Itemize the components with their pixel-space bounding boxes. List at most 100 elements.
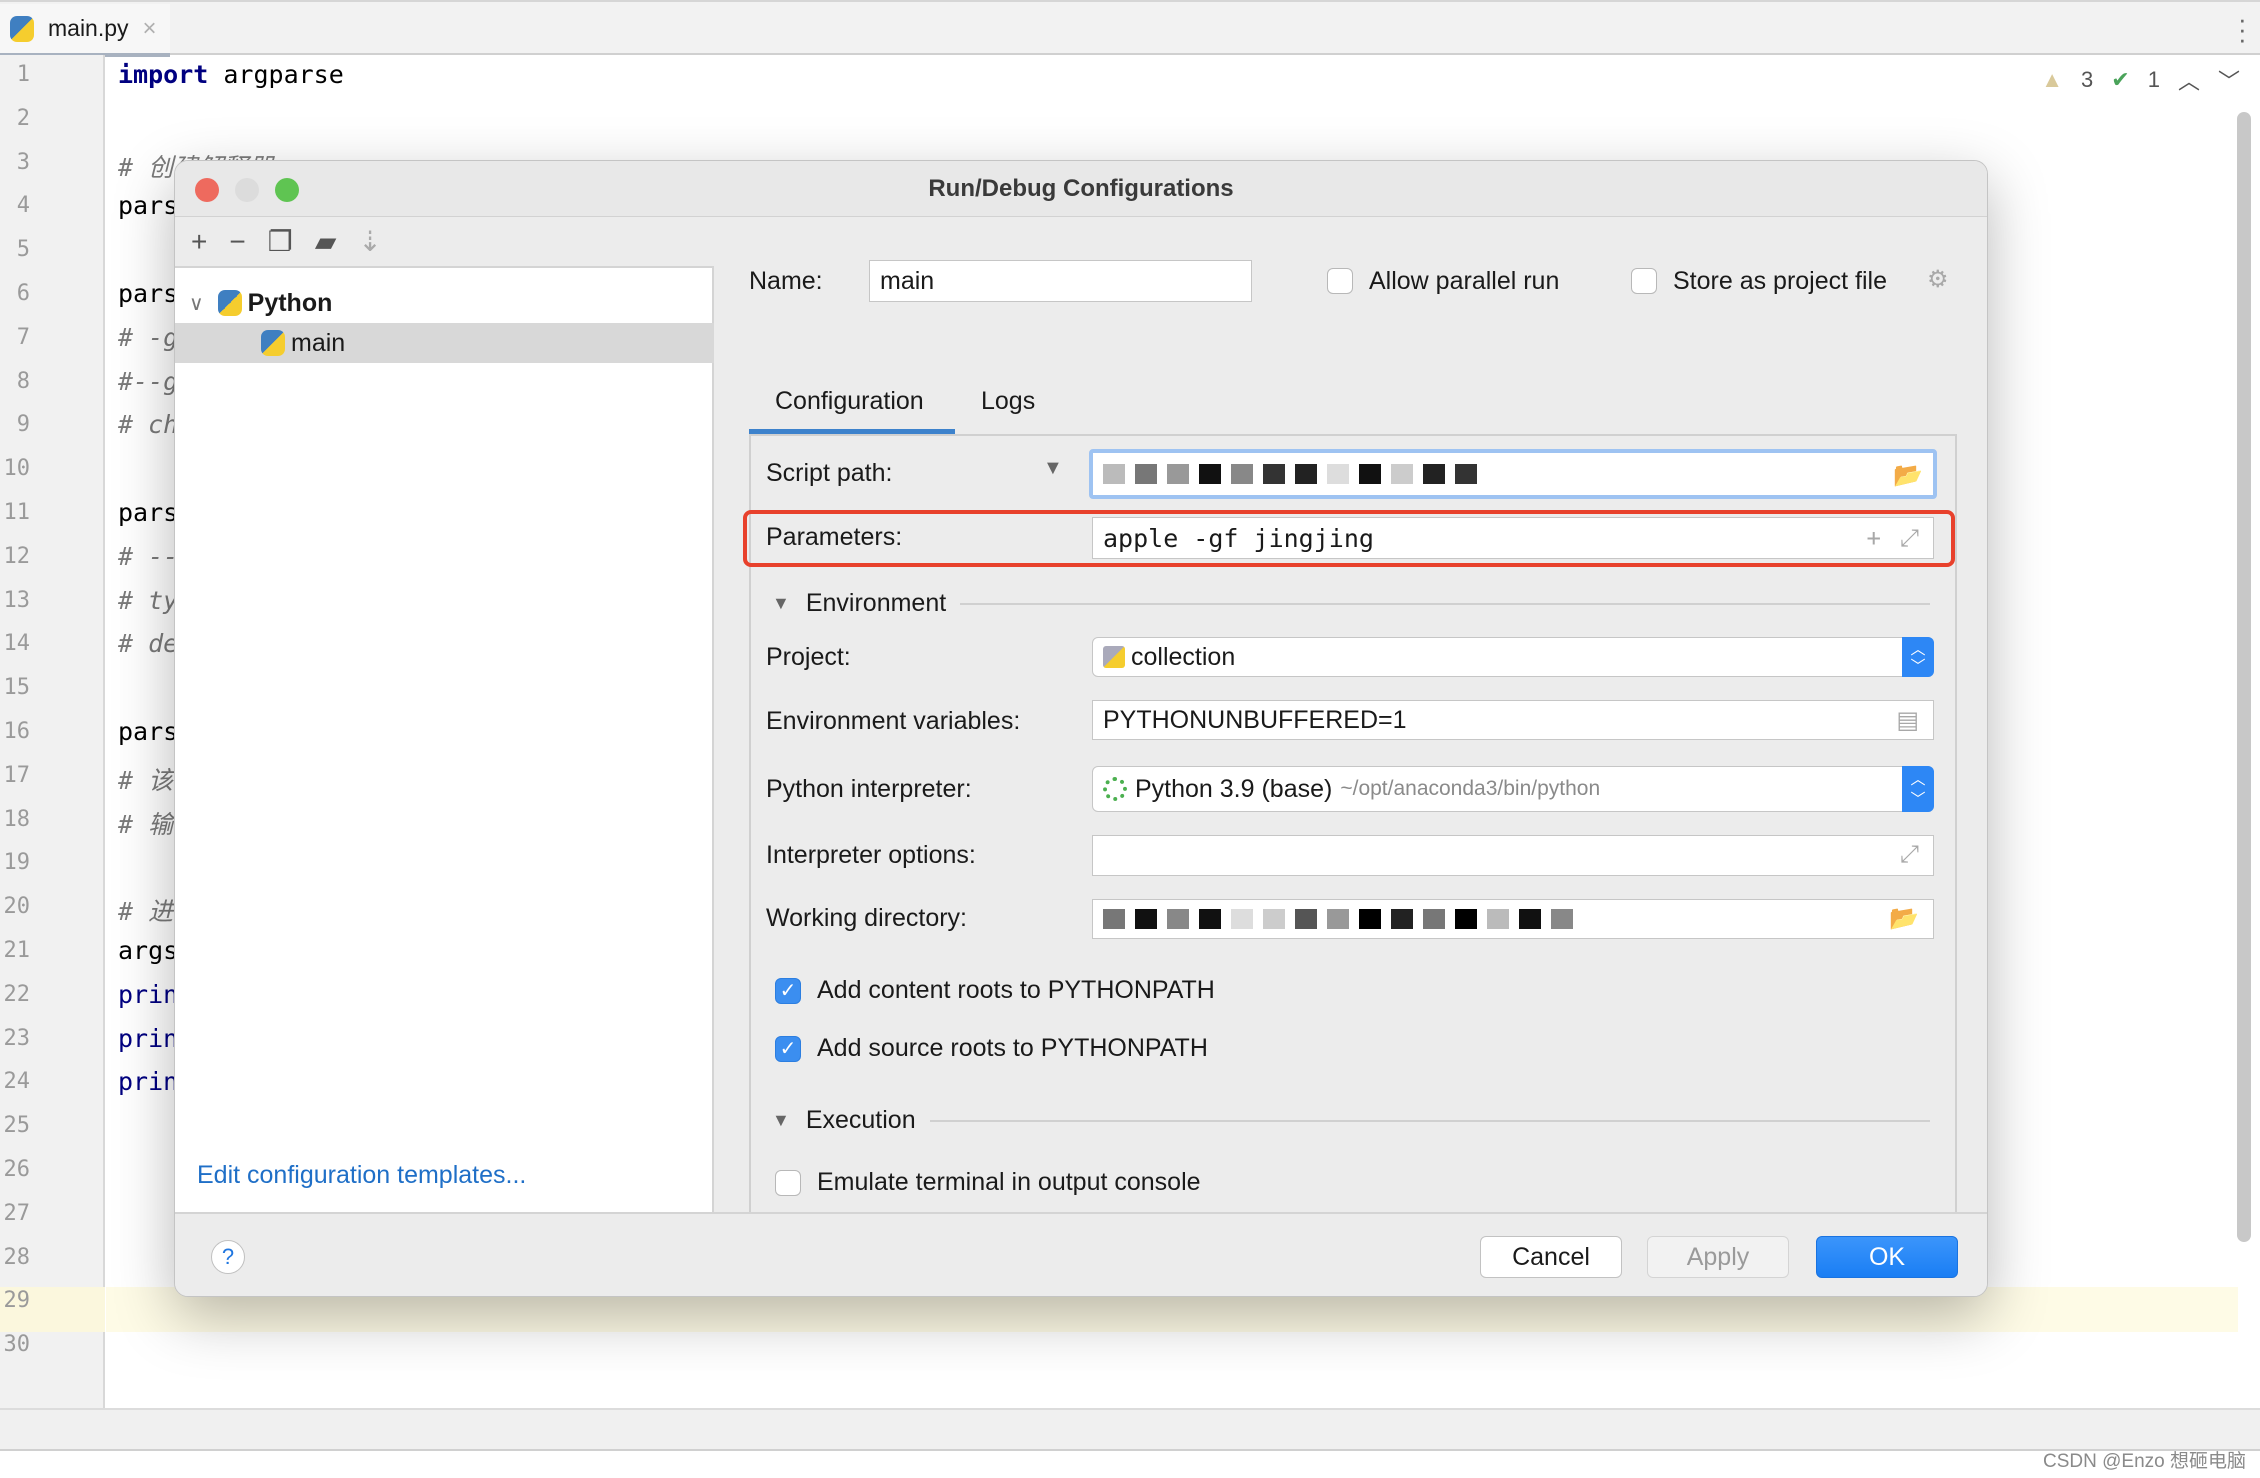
inspection-widget[interactable]: ▲ 3 ✔ 1 ︿ ﹀ — [2041, 64, 2240, 96]
help-button[interactable]: ? — [211, 1240, 245, 1274]
code-token: prin — [118, 1067, 179, 1097]
new-folder-icon[interactable]: ▰ — [315, 225, 337, 258]
code-line: args — [118, 936, 178, 965]
execution-section-label: Execution — [805, 1106, 916, 1134]
dialog-title-bar: Run/Debug Configurations — [175, 161, 1987, 217]
add-macro-icon[interactable]: + — [1867, 524, 1881, 552]
select-arrows-icon[interactable]: ︿ ﹀ — [1902, 766, 1934, 812]
configuration-tree-panel: + − ❐ ▰ ⇣ ∨ Python main Edit configurati… — [175, 217, 714, 1212]
name-label: Name: — [749, 267, 823, 295]
code-token: # ty — [118, 585, 179, 615]
folder-icon[interactable]: 📂 — [1889, 904, 1919, 933]
chevron-down-icon[interactable]: ﹀ — [2218, 64, 2240, 96]
code-line: prin — [118, 1067, 178, 1096]
python-icon — [217, 290, 242, 316]
ok-button[interactable]: OK — [1816, 1236, 1958, 1278]
working-directory-input[interactable]: 📂 — [1092, 899, 1934, 939]
interpreter-options-input[interactable]: ⤢ — [1092, 835, 1934, 876]
tree-group-label: Python — [247, 288, 333, 317]
add-icon[interactable]: + — [191, 226, 207, 258]
python-file-icon — [10, 15, 34, 42]
line-number: 6 — [16, 281, 30, 306]
add-content-roots-label: Add content roots to PYTHONPATH — [817, 976, 1215, 1004]
environment-variables-value: PYTHONUNBUFFERED=1 — [1103, 705, 1407, 734]
code-token: # 进 — [118, 897, 174, 927]
folder-icon[interactable]: 📂 — [1893, 461, 1923, 490]
add-content-roots-checkbox[interactable]: ✓ — [775, 978, 801, 1004]
code-line: # 输 — [118, 805, 173, 841]
tab-configuration[interactable]: Configuration — [775, 387, 924, 416]
code-line: # 该 — [118, 761, 173, 797]
allow-parallel-run-label: Allow parallel run — [1369, 267, 1560, 295]
chevron-down-icon[interactable]: ∨ — [189, 291, 204, 316]
select-arrows-icon[interactable]: ︿ ﹀ — [1902, 637, 1934, 677]
line-number: 3 — [16, 149, 30, 175]
collapse-triangle-icon[interactable]: ▼ — [772, 593, 790, 614]
parameters-input[interactable]: apple -gf jingjing + ⤢ — [1092, 517, 1934, 559]
close-tab-icon[interactable]: × — [143, 15, 157, 43]
code-token: # -- — [118, 541, 179, 571]
line-number: 25 — [3, 1113, 31, 1139]
code-token: #--g — [118, 366, 179, 396]
apply-button[interactable]: Apply — [1647, 1236, 1789, 1278]
expand-icon[interactable]: ⤢ — [1900, 841, 1919, 869]
conda-env-icon — [1103, 777, 1127, 801]
emulate-terminal-label: Emulate terminal in output console — [817, 1168, 1201, 1196]
line-number: 15 — [3, 675, 31, 701]
code-token: # -g — [118, 322, 179, 352]
line-number: 5 — [16, 237, 30, 263]
allow-parallel-run-checkbox[interactable] — [1327, 268, 1353, 294]
line-number: 20 — [3, 894, 31, 920]
editor-scrollbar[interactable] — [2237, 112, 2251, 1242]
collapse-triangle-icon[interactable]: ▼ — [772, 1110, 790, 1131]
sort-icon[interactable]: ⇣ — [358, 225, 381, 258]
execution-section[interactable]: ▼ Execution — [772, 1106, 1930, 1135]
code-token: args — [118, 936, 179, 965]
environment-section[interactable]: ▼ Environment — [772, 589, 1931, 618]
name-input[interactable]: main — [869, 260, 1252, 302]
project-label: Project: — [766, 643, 851, 671]
gear-icon[interactable]: ⚙ — [1927, 265, 1949, 294]
emulate-terminal-checkbox[interactable] — [775, 1170, 801, 1196]
script-type-dropdown-icon[interactable]: ▼ — [1043, 457, 1063, 480]
project-select[interactable]: collection ︿ ﹀ — [1092, 637, 1934, 677]
expand-icon[interactable]: ⤢ — [1900, 524, 1919, 552]
interpreter-value: Python 3.9 (base) — [1135, 774, 1333, 803]
line-number: 11 — [3, 500, 31, 525]
store-as-project-file-label: Store as project file — [1673, 267, 1887, 295]
code-line: pars — [118, 279, 178, 308]
code-line: prin — [118, 980, 178, 1009]
line-number: 30 — [3, 1332, 31, 1358]
more-options-icon[interactable]: · · · — [2238, 6, 2247, 52]
working-directory-label: Working directory: — [766, 904, 967, 932]
copy-icon[interactable]: ❐ — [268, 225, 293, 258]
add-source-roots-checkbox[interactable]: ✓ — [775, 1036, 801, 1062]
edit-list-icon[interactable]: ▤ — [1896, 706, 1919, 735]
code-line: # 进 — [118, 892, 173, 928]
tree-item-main[interactable]: main — [175, 323, 714, 363]
code-line: prin — [118, 1024, 178, 1053]
tree-group-python[interactable]: ∨ Python — [175, 283, 714, 323]
code-token: # ch — [118, 410, 179, 440]
python-interpreter-label: Python interpreter: — [766, 775, 972, 803]
tab-logs[interactable]: Logs — [981, 387, 1035, 416]
script-path-input[interactable]: 📂 — [1089, 449, 1937, 499]
line-number: 10 — [3, 456, 31, 482]
chevron-up-icon[interactable]: ︿ — [2178, 64, 2200, 96]
editor-tab-bar: main.py × · · · — [0, 0, 2260, 57]
cancel-button[interactable]: Cancel — [1480, 1236, 1622, 1278]
warning-icon: ▲ — [2041, 67, 2064, 92]
project-folder-icon — [1103, 646, 1125, 668]
line-number: 28 — [3, 1244, 31, 1270]
edit-configuration-templates-link[interactable]: Edit configuration templates... — [197, 1161, 526, 1190]
line-number: 12 — [3, 543, 31, 569]
store-as-project-file-checkbox[interactable] — [1631, 268, 1657, 294]
code-line: pars — [118, 191, 178, 220]
line-number: 7 — [16, 324, 30, 350]
remove-icon[interactable]: − — [229, 226, 245, 258]
tab-main-py[interactable]: main.py × — [0, 4, 170, 57]
environment-variables-input[interactable]: PYTHONUNBUFFERED=1 ▤ — [1092, 700, 1934, 740]
line-number: 13 — [3, 587, 31, 613]
weak-warning-count: 1 — [2147, 67, 2160, 92]
python-interpreter-select[interactable]: Python 3.9 (base) ~/opt/anaconda3/bin/py… — [1092, 766, 1934, 812]
